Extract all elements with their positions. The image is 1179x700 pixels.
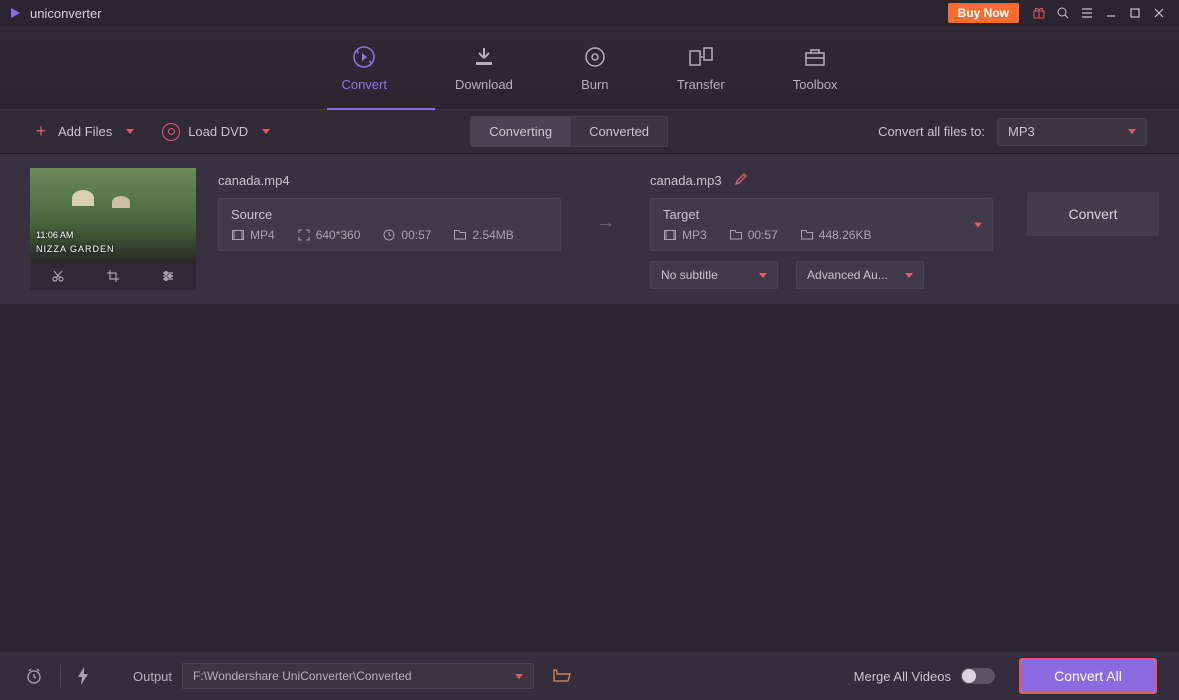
plus-icon: + xyxy=(32,123,50,141)
nav-convert[interactable]: Convert xyxy=(341,43,387,92)
target-format: MP3 xyxy=(663,228,707,242)
titlebar: uniconverter Buy Now xyxy=(0,0,1179,26)
output-label: Output xyxy=(133,669,172,684)
source-filename: canada.mp4 xyxy=(218,173,290,188)
nav-label: Toolbox xyxy=(793,77,838,92)
nav-burn[interactable]: Burn xyxy=(581,43,609,92)
chevron-down-icon xyxy=(1128,129,1136,134)
thumb-place: NIZZA GARDEN xyxy=(36,244,115,254)
maximize-icon[interactable] xyxy=(1125,3,1145,23)
merge-videos: Merge All Videos xyxy=(854,668,995,684)
folder-icon xyxy=(453,228,467,242)
subtitle-value: No subtitle xyxy=(661,268,718,282)
tab-converting[interactable]: Converting xyxy=(470,116,571,147)
crop-icon[interactable] xyxy=(104,267,122,285)
nav-transfer[interactable]: Transfer xyxy=(677,43,725,92)
schedule-icon[interactable] xyxy=(22,664,46,688)
minimize-icon[interactable] xyxy=(1101,3,1121,23)
target-format-select[interactable]: MP3 xyxy=(997,118,1147,146)
convert-button[interactable]: Convert xyxy=(1027,192,1159,236)
convert-all-to: Convert all files to: MP3 xyxy=(878,118,1147,146)
clock-icon xyxy=(382,228,396,242)
download-icon xyxy=(470,43,498,71)
source-column: canada.mp4 Source MP4 640*360 00:57 xyxy=(218,168,561,251)
thumbnail-tools xyxy=(30,262,196,290)
convert-icon xyxy=(350,43,378,71)
app-logo-icon xyxy=(8,5,24,21)
nav-label: Transfer xyxy=(677,77,725,92)
source-size: 2.54MB xyxy=(453,228,513,242)
target-size: 448.26KB xyxy=(800,228,872,242)
open-folder-icon[interactable] xyxy=(550,664,574,688)
folder-icon xyxy=(729,228,743,242)
chevron-down-icon xyxy=(905,273,913,278)
source-resolution: 640*360 xyxy=(297,228,361,242)
nav-label: Burn xyxy=(581,77,608,92)
nav-download[interactable]: Download xyxy=(455,43,513,92)
chevron-down-icon xyxy=(126,129,134,134)
add-files-button[interactable]: + Add Files xyxy=(32,123,134,141)
thumbnail: 11:06 AM NIZZA GARDEN xyxy=(30,168,196,290)
nav-active-indicator xyxy=(327,108,435,110)
nav-label: Convert xyxy=(341,77,387,92)
chevron-down-icon xyxy=(515,674,523,679)
target-column: canada.mp3 Target MP3 00:57 448.26KB xyxy=(650,168,993,289)
add-files-label: Add Files xyxy=(58,124,112,139)
merge-label: Merge All Videos xyxy=(854,669,951,684)
target-format-value: MP3 xyxy=(1008,124,1035,139)
convert-all-button[interactable]: Convert All xyxy=(1019,658,1157,694)
source-info: Source MP4 640*360 00:57 2.54MB xyxy=(218,198,561,251)
nav-label: Download xyxy=(455,77,513,92)
video-icon xyxy=(663,228,677,242)
target-duration: 00:57 xyxy=(729,228,778,242)
target-info[interactable]: Target MP3 00:57 448.26KB xyxy=(650,198,993,251)
thumbnail-image[interactable]: 11:06 AM NIZZA GARDEN xyxy=(30,168,196,262)
footer: Output F:\Wondershare UniConverter\Conve… xyxy=(0,652,1179,700)
load-dvd-button[interactable]: Load DVD xyxy=(162,123,270,141)
video-icon xyxy=(231,228,245,242)
nav-toolbox[interactable]: Toolbox xyxy=(793,43,838,92)
folder-icon xyxy=(800,228,814,242)
main-nav: Convert Download Burn Transfer Toolbox xyxy=(0,26,1179,110)
chevron-down-icon[interactable] xyxy=(974,222,982,227)
audio-track-value: Advanced Au... xyxy=(807,268,888,282)
source-label: Source xyxy=(231,207,548,222)
status-tabs: Converting Converted xyxy=(470,116,668,147)
separator xyxy=(60,665,61,687)
app-title: uniconverter xyxy=(30,6,102,21)
tab-converted[interactable]: Converted xyxy=(571,116,668,147)
gift-icon[interactable] xyxy=(1029,3,1049,23)
resolution-icon xyxy=(297,228,311,242)
subtitle-select[interactable]: No subtitle xyxy=(650,261,778,289)
load-dvd-label: Load DVD xyxy=(188,124,248,139)
close-icon[interactable] xyxy=(1149,3,1169,23)
menu-icon[interactable] xyxy=(1077,3,1097,23)
arrow-icon: → xyxy=(583,192,628,252)
merge-toggle[interactable] xyxy=(961,668,995,684)
output-path-select[interactable]: F:\Wondershare UniConverter\Converted xyxy=(182,663,534,689)
disc-icon xyxy=(162,123,180,141)
buy-now-button[interactable]: Buy Now xyxy=(948,3,1019,23)
search-person-icon[interactable] xyxy=(1053,3,1073,23)
toolbar: + Add Files Load DVD Converting Converte… xyxy=(0,110,1179,154)
edit-icon[interactable] xyxy=(734,172,750,188)
thumb-time: 11:06 AM xyxy=(36,230,73,240)
target-label: Target xyxy=(663,207,980,222)
chevron-down-icon xyxy=(759,273,767,278)
gpu-accel-icon[interactable] xyxy=(71,664,95,688)
source-duration: 00:57 xyxy=(382,228,431,242)
chevron-down-icon xyxy=(262,129,270,134)
output-path-value: F:\Wondershare UniConverter\Converted xyxy=(193,669,412,683)
source-format: MP4 xyxy=(231,228,275,242)
file-item: 11:06 AM NIZZA GARDEN canada.mp4 Source xyxy=(0,154,1179,304)
target-filename: canada.mp3 xyxy=(650,173,722,188)
trim-icon[interactable] xyxy=(49,267,67,285)
effects-icon[interactable] xyxy=(159,267,177,285)
toolbox-icon xyxy=(801,43,829,71)
transfer-icon xyxy=(687,43,715,71)
audio-track-select[interactable]: Advanced Au... xyxy=(796,261,924,289)
burn-icon xyxy=(581,43,609,71)
convert-all-to-label: Convert all files to: xyxy=(878,124,985,139)
